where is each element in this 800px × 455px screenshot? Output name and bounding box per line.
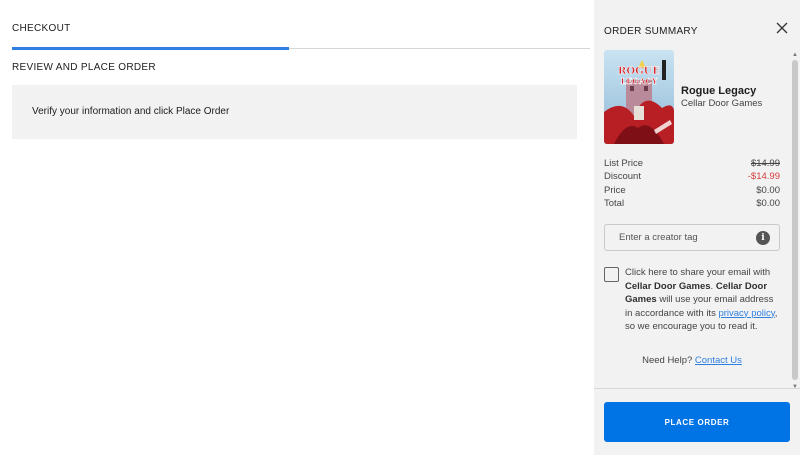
consent-publisher: Cellar Door Games <box>625 280 711 292</box>
help-line: Need Help? Contact Us <box>594 355 790 366</box>
help-text: Need Help? <box>642 355 693 366</box>
close-icon[interactable] <box>774 20 790 36</box>
price-value: $0.00 <box>756 198 780 209</box>
price-label: List Price <box>604 158 644 169</box>
share-email-checkbox[interactable] <box>604 267 619 282</box>
contact-us-link[interactable]: Contact Us <box>695 355 742 366</box>
price-label: Discount <box>604 171 641 182</box>
divider <box>594 388 800 389</box>
game-developer: Cellar Door Games <box>681 98 763 109</box>
price-value: $14.99 <box>750 158 780 169</box>
consent-text: Click here to share your email with <box>625 267 771 278</box>
price-value: -$14.99 <box>747 171 780 182</box>
price-row-price: Price $0.00 <box>604 185 780 198</box>
price-row-discount: Discount -$14.99 <box>604 171 780 184</box>
scroll-down-icon[interactable]: ▼ <box>792 384 798 390</box>
price-label: Total <box>604 198 625 209</box>
scroll-up-icon[interactable]: ▲ <box>792 52 798 58</box>
notice-box: Verify your information and click Place … <box>12 85 577 139</box>
share-email-consent-text: Click here to share your email with Cell… <box>625 266 783 334</box>
order-summary-panel: ORDER SUMMARY ▲ ▼ ROGUE LEGACY Rogue Leg… <box>594 0 800 455</box>
tab-checkout[interactable]: CHECKOUT <box>12 23 71 34</box>
checkout-pane: CHECKOUT REVIEW AND PLACE ORDER Verify y… <box>0 0 594 455</box>
scrollbar[interactable]: ▲ ▼ <box>790 52 800 390</box>
place-order-button[interactable]: PLACE ORDER <box>604 402 790 442</box>
svg-text:LEGACY: LEGACY <box>621 76 658 86</box>
game-cover-image: ROGUE LEGACY <box>604 50 674 144</box>
section-title: REVIEW AND PLACE ORDER <box>12 62 156 73</box>
creator-tag-field: i <box>604 224 780 251</box>
order-summary-title: ORDER SUMMARY <box>604 26 698 37</box>
notice-text: Verify your information and click Place … <box>32 106 230 117</box>
game-title: Rogue Legacy <box>681 85 757 97</box>
price-row-list: List Price $14.99 <box>604 158 780 171</box>
creator-tag-input[interactable] <box>605 225 755 250</box>
scroll-thumb[interactable] <box>792 60 798 380</box>
privacy-policy-link[interactable]: privacy policy <box>718 308 774 319</box>
checkout-tabbar: CHECKOUT <box>12 0 590 50</box>
tab-active-indicator <box>12 47 289 50</box>
price-label: Price <box>604 185 626 196</box>
price-row-total: Total $0.00 <box>604 198 780 211</box>
info-icon[interactable]: i <box>756 231 770 245</box>
price-value: $0.00 <box>756 185 780 196</box>
